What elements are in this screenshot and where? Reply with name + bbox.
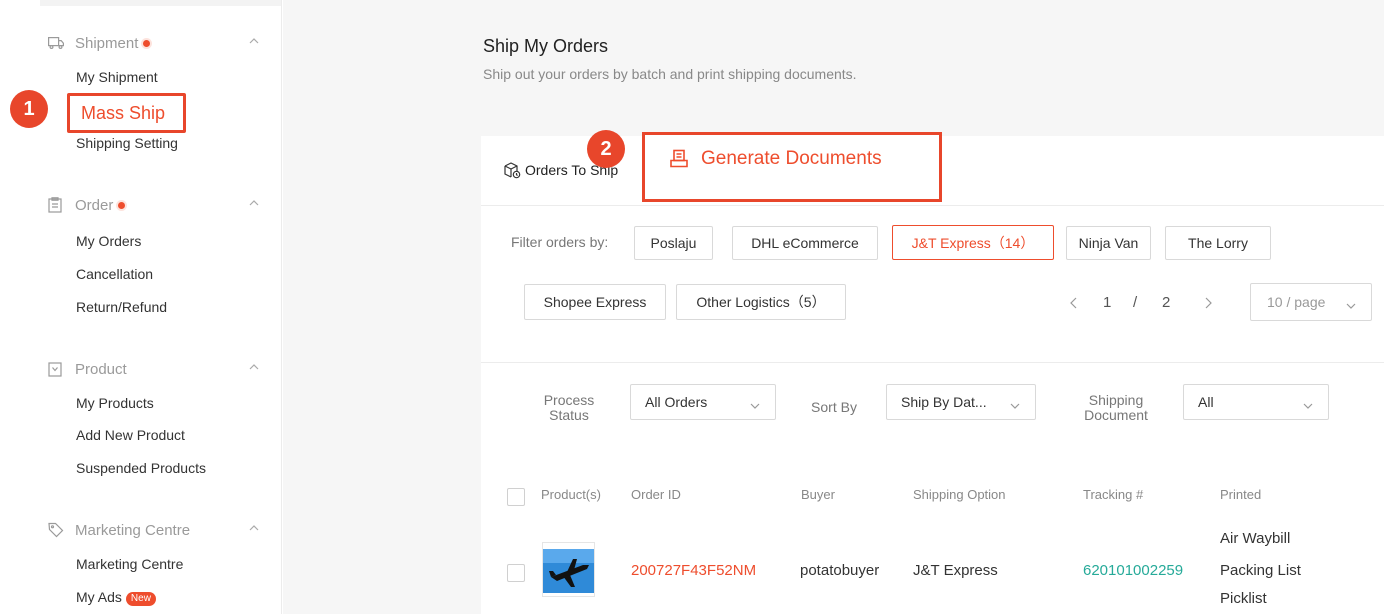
highlight-box-mass-ship	[67, 93, 186, 133]
total-pages: 2	[1162, 294, 1171, 311]
product-thumbnail[interactable]	[542, 542, 595, 597]
printer-icon	[669, 149, 689, 169]
sort-by-value: Ship By Dat...	[901, 394, 987, 410]
clipboard-icon	[48, 197, 64, 213]
column-header-products: Product(s)	[541, 487, 601, 502]
filter-ninja-van[interactable]: Ninja Van	[1066, 226, 1151, 260]
chevron-down-icon	[1009, 398, 1021, 409]
filter-shopee-express[interactable]: Shopee Express	[524, 284, 666, 320]
step-badge-2: 2	[587, 130, 625, 168]
column-header-order-id: Order ID	[631, 487, 681, 502]
page-title: Ship My Orders	[483, 36, 609, 56]
chevron-up-icon[interactable]	[247, 360, 261, 374]
page-separator: /	[1133, 294, 1138, 311]
prev-page-icon[interactable]	[1067, 293, 1081, 313]
sidebar-item-add-new-product[interactable]: Add New Product	[76, 425, 185, 445]
process-status-label: Process Status	[543, 392, 595, 423]
sidebar-section-title: Marketing Centre	[75, 521, 191, 539]
chevron-up-icon[interactable]	[247, 521, 261, 535]
sort-by-label: Sort By	[811, 399, 857, 415]
sidebar-section-header-order[interactable]: Order	[48, 194, 126, 216]
sidebar: Shipment My Shipment Mass Ship 1 Shippin…	[0, 0, 282, 614]
process-status-select[interactable]: All Orders	[630, 384, 776, 420]
process-status-value: All Orders	[645, 394, 708, 410]
generate-documents-label: Generate Documents	[701, 148, 882, 169]
chevron-down-icon	[1345, 298, 1357, 309]
filter-the-lorry[interactable]: The Lorry	[1165, 226, 1271, 260]
sidebar-item-shipping-setting[interactable]: Shipping Setting	[76, 133, 178, 153]
sidebar-section-header-product[interactable]: Product	[48, 358, 127, 380]
page-subtitle: Ship out your orders by batch and print …	[483, 66, 857, 82]
sidebar-section-title: Shipment	[75, 34, 139, 52]
step-badge-1: 1	[10, 90, 48, 128]
filter-dhl-ecommerce[interactable]: DHL eCommerce	[732, 226, 878, 260]
sidebar-item-cancellation[interactable]: Cancellation	[76, 264, 153, 284]
filter-other-logistics[interactable]: Other Logistics（5）	[676, 284, 846, 320]
tracking-number[interactable]: 620101002259	[1083, 562, 1183, 579]
current-page: 1	[1103, 294, 1112, 311]
select-all-checkbox[interactable]	[507, 488, 525, 506]
notification-dot	[143, 39, 151, 47]
sidebar-item-my-shipment[interactable]: My Shipment	[76, 67, 158, 87]
printed-picklist: Picklist	[1220, 590, 1267, 607]
sidebar-section-header-shipment[interactable]: Shipment	[48, 32, 151, 54]
sidebar-item-return-refund[interactable]: Return/Refund	[76, 297, 167, 317]
column-header-tracking: Tracking #	[1083, 487, 1144, 502]
generate-documents-button[interactable]: Generate Documents	[669, 148, 882, 170]
shipping-document-label: Shipping Document	[1084, 392, 1148, 423]
package-clock-icon	[503, 161, 521, 179]
notification-dot	[118, 201, 126, 209]
row-checkbox[interactable]	[507, 564, 525, 582]
sidebar-item-marketing-centre[interactable]: Marketing Centre	[76, 554, 183, 574]
buyer-name: potatobuyer	[800, 562, 880, 579]
order-id-link[interactable]: 200727F43F52NM	[631, 562, 756, 579]
sidebar-item-my-orders[interactable]: My Orders	[76, 231, 141, 251]
chevron-up-icon[interactable]	[247, 34, 261, 48]
card-header: Orders To Ship Generate Documents 2	[481, 130, 1384, 206]
shipping-document-value: All	[1198, 394, 1214, 410]
sidebar-section-header-marketing[interactable]: Marketing Centre	[48, 519, 190, 541]
sidebar-item-my-ads[interactable]: My Ads New	[76, 587, 156, 607]
truck-icon	[48, 35, 64, 51]
main-content: Ship My Orders Ship out your orders by b…	[283, 0, 1384, 614]
printed-air-waybill: Air Waybill	[1220, 530, 1291, 547]
page-size-select[interactable]: 10 / page	[1250, 283, 1372, 321]
column-header-buyer: Buyer	[801, 487, 835, 502]
shipping-document-select[interactable]: All	[1183, 384, 1329, 420]
next-page-icon[interactable]	[1201, 293, 1215, 313]
printed-packing-list: Packing List	[1220, 562, 1301, 579]
orders-card: Orders To Ship Generate Documents 2 Filt…	[481, 130, 1384, 614]
tag-icon	[48, 522, 64, 538]
divider	[481, 362, 1384, 363]
sidebar-item-my-products[interactable]: My Products	[76, 393, 154, 413]
filter-jt-express[interactable]: J&T Express（14）	[892, 225, 1054, 260]
filter-label: Filter orders by:	[511, 234, 609, 250]
column-header-printed: Printed	[1220, 487, 1262, 502]
sidebar-section-title: Order	[75, 196, 114, 214]
sidebar-section-title: Product	[75, 360, 127, 378]
sidebar-item-label: My Ads	[76, 589, 122, 605]
column-header-shipping-option: Shipping Option	[913, 487, 1006, 502]
new-badge: New	[125, 592, 156, 606]
filter-poslaju[interactable]: Poslaju	[634, 226, 713, 260]
shipping-option: J&T Express	[913, 562, 998, 579]
sort-by-select[interactable]: Ship By Dat...	[886, 384, 1036, 420]
page-size-value: 10 / page	[1267, 294, 1326, 310]
chevron-down-icon	[1302, 398, 1314, 409]
sidebar-item-suspended-products[interactable]: Suspended Products	[76, 458, 206, 478]
chevron-down-icon	[749, 398, 761, 409]
chevron-up-icon[interactable]	[247, 196, 261, 210]
bag-icon	[48, 361, 64, 377]
